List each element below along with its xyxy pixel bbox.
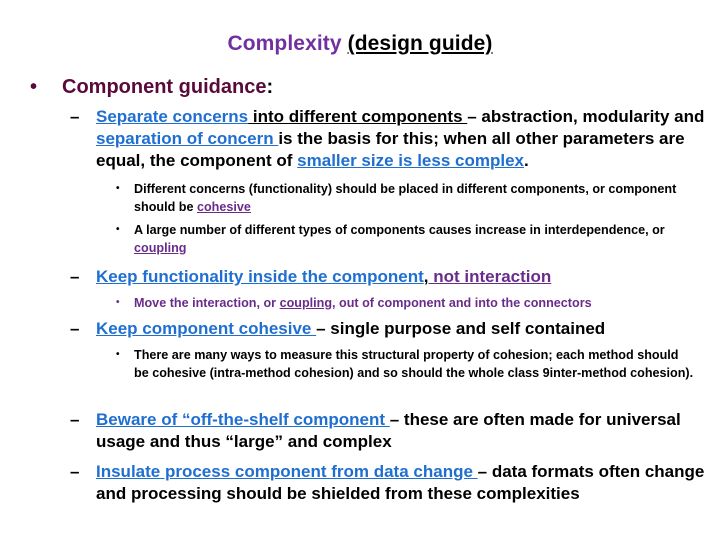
heading-component-guidance: Component guidance (62, 76, 267, 98)
bullet-icon: • (116, 349, 120, 360)
bullet-icon: • (30, 76, 38, 98)
link-keep-cohesive[interactable]: Keep component cohesive (96, 319, 316, 338)
sub-item-move-interaction: • Move the interaction, or coupling, out… (116, 296, 592, 310)
link-coupling[interactable]: coupling (134, 241, 186, 255)
dash-icon: – (70, 319, 80, 338)
item-beware-off-the-shelf: – Beware of “off-the-shelf component – t… (70, 410, 681, 451)
link-not-interaction[interactable]: not interaction (428, 267, 551, 286)
dash-icon: – (70, 267, 80, 286)
link-separation-of-concern[interactable]: separation of concern (96, 129, 278, 148)
item-keep-functionality: – Keep functionality inside the componen… (70, 267, 552, 286)
sub-item-different-concerns: • Different concerns (functionality) sho… (116, 182, 677, 214)
sub-item-large-number: • A large number of different types of c… (116, 223, 665, 255)
link-insulate-process[interactable]: Insulate process component from data cha… (96, 462, 478, 481)
item-separate-concerns: – Separate concerns into different compo… (70, 107, 705, 170)
link-keep-functionality[interactable]: Keep functionality inside the component (96, 267, 424, 286)
slide-title: Complexity (design guide) (0, 32, 720, 56)
title-subtitle: (design guide) (347, 32, 493, 55)
dash-icon: – (70, 410, 80, 429)
dash-icon: – (70, 462, 80, 481)
title-main: Complexity (227, 32, 342, 55)
bullet-icon: • (116, 224, 120, 235)
link-beware-off-the-shelf[interactable]: Beware of “off-the-shelf component (96, 410, 390, 429)
bullet-icon: • (116, 297, 120, 308)
link-smaller-size[interactable]: smaller size is less complex (297, 151, 524, 170)
dash-icon: – (70, 107, 80, 126)
sub-item-measure-cohesion: • There are many ways to measure this st… (116, 348, 694, 380)
link-cohesive[interactable]: cohesive (197, 200, 251, 214)
link-coupling-2[interactable]: coupling, (280, 296, 336, 310)
bullet-icon: • (116, 183, 120, 194)
link-separate-concerns[interactable]: Separate concerns (96, 107, 248, 126)
item-keep-cohesive: – Keep component cohesive – single purpo… (70, 319, 606, 338)
bullet-component-guidance: • Component guidance: (30, 76, 274, 98)
item-insulate-process: – Insulate process component from data c… (70, 462, 705, 503)
